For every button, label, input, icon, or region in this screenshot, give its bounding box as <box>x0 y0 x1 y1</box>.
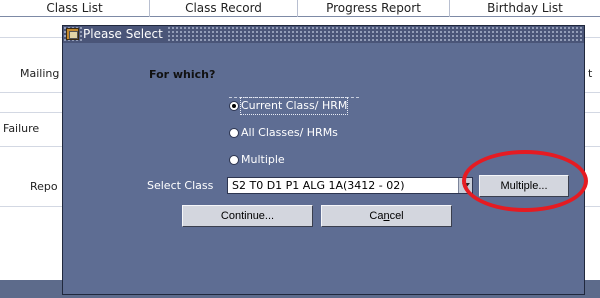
radio-button-checked-icon[interactable] <box>229 101 239 111</box>
background-row-mailing[interactable]: Mailing <box>20 63 65 85</box>
tab-progress-report[interactable]: Progress Report <box>298 0 450 17</box>
cancel-button[interactable]: Cancel <box>321 205 452 227</box>
red-annotation-ellipse <box>462 150 588 212</box>
dialog-title: Please Select <box>83 26 167 43</box>
radio-button-icon[interactable] <box>229 128 239 138</box>
select-class-dropdown[interactable]: S2 T0 D1 P1 ALG 1A(3412 - 02) <box>227 177 473 194</box>
background-row-fragment: t <box>588 67 593 80</box>
radio-label: All Classes/ HRMs <box>241 126 338 139</box>
continue-button-label: Continue... <box>220 210 275 222</box>
dialog-titlebar[interactable]: Please Select <box>63 26 584 43</box>
tab-birthday-list[interactable]: Birthday List <box>450 0 600 17</box>
continue-button[interactable]: Continue... <box>182 205 313 227</box>
background-row-failure[interactable]: Failure <box>3 118 63 140</box>
background-row-report[interactable]: Repo <box>30 176 65 198</box>
tab-class-list[interactable]: Class List <box>0 0 150 17</box>
cancel-label-suffix: cel <box>389 210 404 222</box>
tab-class-record[interactable]: Class Record <box>150 0 298 17</box>
radio-button-icon[interactable] <box>229 155 239 165</box>
cancel-label-prefix: Ca <box>369 210 384 222</box>
radio-label: Multiple <box>241 153 285 166</box>
app-window-icon <box>66 28 79 40</box>
background-tab-bar: Class List Class Record Progress Report … <box>0 0 600 17</box>
question-label: For which? <box>149 68 216 81</box>
select-class-value: S2 T0 D1 P1 ALG 1A(3412 - 02) <box>232 179 405 192</box>
select-class-label: Select Class <box>147 179 214 192</box>
cancel-button-label: Cancel <box>366 206 406 226</box>
radio-label: Current Class/ HRM <box>239 97 349 115</box>
